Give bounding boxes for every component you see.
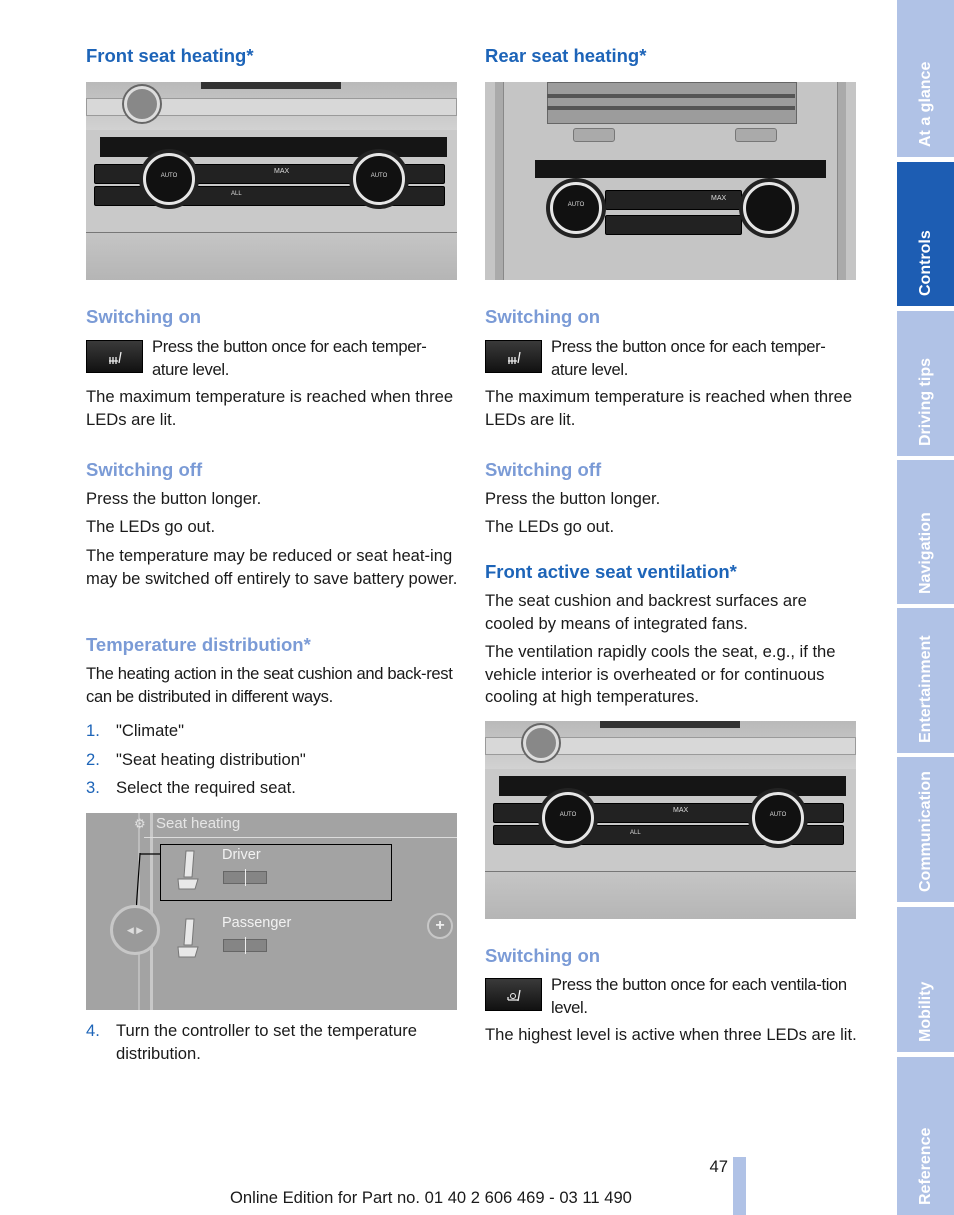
right-temp-knob: AUTO [752, 792, 804, 844]
max-ac-label: MAX [711, 195, 727, 202]
instruction-text: Press the button once for each ventila-t… [551, 975, 847, 1017]
volume-knob [523, 725, 559, 761]
paragraph: The heating action in the seat cushion a… [86, 664, 453, 706]
sidebar-tab-controls[interactable]: Controls [897, 162, 954, 306]
footer-edition: Online Edition for Part no. 01 40 2 606 … [230, 1188, 632, 1207]
sidebar-tab-entertainment[interactable]: Entertainment [897, 608, 954, 753]
all-label: ALL [231, 191, 242, 197]
heading-switching-off: Switching off [86, 459, 203, 480]
note-text: The maximum temperature is reached when … [485, 387, 853, 429]
max-ac-label: MAX [274, 168, 290, 175]
driver-seat-icon [172, 849, 202, 893]
rear-right-temp-knob [743, 182, 795, 234]
passenger-distribution-slider[interactable] [223, 937, 267, 954]
heading-temperature-distribution: Temperature distribution* [86, 634, 311, 655]
seat-label-passenger[interactable]: Passenger [222, 915, 291, 931]
climate-control-panel-front-image: AUTO AUTO MAX ALL [86, 82, 457, 280]
seat-heating-button-icon [86, 340, 143, 373]
list-item: 1. "Climate" [86, 721, 185, 740]
paragraph: Press the button longer. [485, 489, 661, 508]
list-item: 3. Select the required seat. [86, 778, 296, 797]
heading-front-active-seat-ventilation: Front active seat ventilation* [485, 561, 737, 582]
screen-title: Seat heating [156, 815, 241, 832]
all-label: ALL [630, 830, 641, 836]
instruction-text: Press the button once for each temper-at… [152, 337, 427, 379]
page-number-marker [733, 1157, 746, 1215]
instruction-text: Press the button once for each temper-at… [551, 337, 826, 379]
controller-arrows-icon: ◀ ▶ [110, 905, 160, 955]
seat-settings-icon: ⚙ [134, 816, 146, 831]
paragraph: The ventilation rapidly cools the seat, … [485, 642, 836, 706]
heading-switching-on: Switching on [485, 945, 601, 966]
heading-rear-seat-heating: Rear seat heating* [485, 45, 647, 66]
right-temp-knob: AUTO [353, 153, 405, 205]
heading-switching-on: Switching on [485, 306, 601, 327]
left-temp-knob: AUTO [143, 153, 195, 205]
note-text: The highest level is active when three L… [485, 1025, 857, 1044]
seat-heating-button-icon [485, 340, 542, 373]
sidebar-tab-driving-tips[interactable]: Driving tips [897, 311, 954, 456]
heading-switching-on: Switching on [86, 306, 202, 327]
list-item: 2. "Seat heating distribution" [86, 750, 306, 769]
list-item: 4. Turn the controller to set the temper… [86, 1021, 417, 1063]
heading-front-seat-heating: Front seat heating* [86, 45, 254, 66]
sidebar-tab-communication[interactable]: Communication [897, 757, 954, 902]
seat-label-driver[interactable]: Driver [222, 847, 261, 863]
note-text: The maximum temperature is reached when … [86, 387, 454, 429]
seat-ventilation-button-icon [485, 978, 542, 1011]
plus-icon: + [427, 913, 453, 939]
sidebar-tab-mobility[interactable]: Mobility [897, 907, 954, 1052]
paragraph: The LEDs go out. [86, 517, 216, 536]
rear-left-temp-knob: AUTO [550, 182, 602, 234]
paragraph: Press the button longer. [86, 489, 262, 508]
left-temp-knob: AUTO [542, 792, 594, 844]
paragraph: The temperature may be reduced or seat h… [86, 546, 458, 588]
sidebar-tab-reference[interactable]: Reference [897, 1057, 954, 1215]
page-number: 47 [709, 1157, 728, 1176]
volume-knob [124, 86, 160, 122]
heading-switching-off: Switching off [485, 459, 602, 480]
driver-distribution-slider[interactable] [223, 869, 267, 886]
climate-control-panel-front-image: AUTO AUTO MAX ALL [485, 721, 856, 919]
paragraph: The seat cushion and backrest surfaces a… [485, 591, 807, 633]
passenger-seat-icon [172, 917, 202, 961]
paragraph: The LEDs go out. [485, 517, 615, 536]
sidebar-tab-at-a-glance[interactable]: At a glance [897, 0, 954, 157]
climate-control-panel-rear-image: AUTO MAX [485, 82, 856, 280]
sidebar-tab-navigation[interactable]: Navigation [897, 460, 954, 604]
max-ac-label: MAX [673, 807, 689, 814]
seat-heating-screen-image: ⚙ Seat heating Driver Passenger ◀ ▶ + [86, 813, 457, 1010]
